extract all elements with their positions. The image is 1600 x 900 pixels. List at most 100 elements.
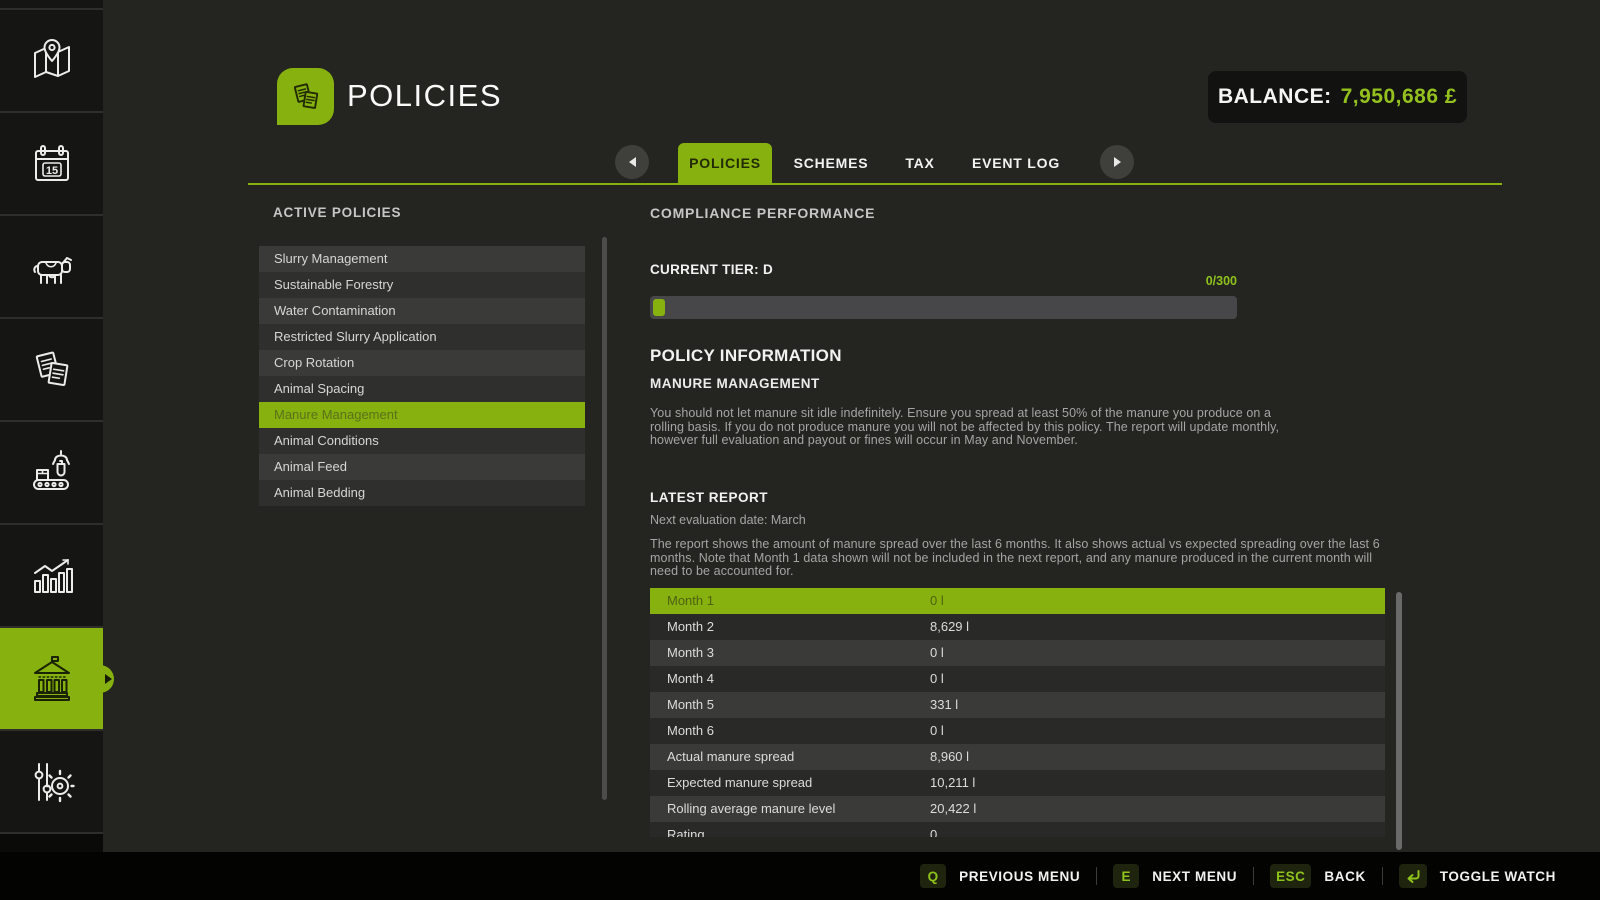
table-row[interactable]: Month 4 0 l bbox=[650, 666, 1385, 692]
row-label: Month 1 bbox=[667, 588, 714, 614]
row-label: Expected manure spread bbox=[667, 770, 812, 796]
bank-icon bbox=[26, 653, 78, 705]
hint-back[interactable]: ESC BACK bbox=[1270, 864, 1366, 888]
table-row[interactable]: Rating 0 bbox=[650, 822, 1385, 837]
table-row[interactable]: Expected manure spread 10,211 l bbox=[650, 770, 1385, 796]
table-row[interactable]: Month 3 0 l bbox=[650, 640, 1385, 666]
sidebar-item-map[interactable] bbox=[0, 10, 103, 111]
table-row[interactable]: Month 1 0 l bbox=[650, 588, 1385, 614]
row-label: Month 6 bbox=[667, 718, 714, 744]
tab[interactable]: POLICIES bbox=[678, 143, 772, 183]
balance-display: BALANCE: 7,950,686 £ bbox=[1208, 71, 1467, 123]
list-item[interactable]: Restricted Slurry Application bbox=[259, 324, 585, 350]
map-icon bbox=[26, 35, 78, 87]
policy-label: Crop Rotation bbox=[274, 355, 354, 370]
policy-label: Manure Management bbox=[274, 407, 398, 422]
table-row[interactable]: Month 5 331 l bbox=[650, 692, 1385, 718]
sidebar-item-production[interactable] bbox=[0, 422, 103, 523]
page-title: POLICIES bbox=[347, 78, 502, 114]
policy-label: Animal Bedding bbox=[274, 485, 365, 500]
policy-info-heading: POLICY INFORMATION bbox=[650, 346, 842, 366]
policy-label: Animal Conditions bbox=[274, 433, 379, 448]
policy-list: Slurry Management Sustainable Forestry Wat… bbox=[259, 246, 585, 506]
tab-label: POLICIES bbox=[689, 155, 761, 171]
key-esc-badge: ESC bbox=[1270, 864, 1311, 888]
sidebar: 15 bbox=[0, 0, 103, 852]
active-policies-heading: ACTIVE POLICIES bbox=[273, 205, 401, 220]
sidebar-item-contracts[interactable] bbox=[0, 319, 103, 420]
list-item[interactable]: Manure Management bbox=[259, 402, 585, 428]
hint-label: NEXT MENU bbox=[1152, 869, 1237, 884]
latest-report-heading: LATEST REPORT bbox=[650, 490, 768, 505]
hint-label: PREVIOUS MENU bbox=[959, 869, 1080, 884]
row-label: Actual manure spread bbox=[667, 744, 794, 770]
sidebar-item-finances[interactable] bbox=[0, 628, 103, 729]
tab-underline bbox=[248, 183, 1502, 185]
active-arrow-icon bbox=[105, 674, 112, 684]
tab-bar: POLICIES SCHEMES TAX EVENT LOG bbox=[0, 143, 1600, 183]
row-value: 0 l bbox=[930, 718, 944, 744]
divider bbox=[1096, 867, 1097, 885]
calendar-day: 15 bbox=[45, 165, 57, 177]
row-label: Rolling average manure level bbox=[667, 796, 835, 822]
policy-name-subheading: MANURE MANAGEMENT bbox=[650, 376, 820, 391]
report-table-scrollbar[interactable] bbox=[1396, 592, 1402, 850]
row-value: 0 l bbox=[930, 640, 944, 666]
list-item[interactable]: Animal Bedding bbox=[259, 480, 585, 506]
divider bbox=[0, 832, 103, 834]
tab[interactable]: EVENT LOG bbox=[962, 143, 1070, 183]
table-row[interactable]: Month 2 8,629 l bbox=[650, 614, 1385, 640]
row-value: 0 bbox=[930, 822, 937, 837]
policy-list-scrollbar[interactable] bbox=[602, 237, 607, 800]
policy-description: You should not let manure sit idle indef… bbox=[650, 407, 1307, 448]
row-label: Rating bbox=[667, 822, 705, 837]
list-item[interactable]: Slurry Management bbox=[259, 246, 585, 272]
current-tier-label: CURRENT TIER: D bbox=[650, 262, 773, 277]
row-value: 8,960 l bbox=[930, 744, 969, 770]
tab-label: EVENT LOG bbox=[972, 155, 1060, 171]
row-value: 10,211 l bbox=[930, 770, 975, 796]
row-label: Month 4 bbox=[667, 666, 714, 692]
settings-icon bbox=[26, 756, 78, 808]
table-row[interactable]: Rolling average manure level 20,422 l bbox=[650, 796, 1385, 822]
list-item[interactable]: Sustainable Forestry bbox=[259, 272, 585, 298]
list-item[interactable]: Crop Rotation bbox=[259, 350, 585, 376]
policy-label: Slurry Management bbox=[274, 251, 387, 266]
row-label: Month 3 bbox=[667, 640, 714, 666]
row-value: 8,629 l bbox=[930, 614, 969, 640]
next-evaluation-date: Next evaluation date: March bbox=[650, 513, 806, 527]
sidebar-item-partial bbox=[0, 0, 103, 8]
row-value: 0 l bbox=[930, 666, 944, 692]
row-value: 20,422 l bbox=[930, 796, 976, 822]
table-row[interactable]: Month 6 0 l bbox=[650, 718, 1385, 744]
list-item[interactable]: Animal Feed bbox=[259, 454, 585, 480]
calendar-icon: 15 bbox=[26, 138, 78, 190]
report-description: The report shows the amount of manure sp… bbox=[650, 538, 1392, 579]
policies-page-icon bbox=[277, 68, 334, 125]
balance-value: 7,950,686 £ bbox=[1341, 85, 1457, 109]
compliance-heading: COMPLIANCE PERFORMANCE bbox=[650, 205, 875, 221]
tab[interactable]: SCHEMES bbox=[781, 143, 881, 183]
tab[interactable]: TAX bbox=[890, 143, 950, 183]
divider bbox=[1253, 867, 1254, 885]
sidebar-item-calendar[interactable]: 15 bbox=[0, 113, 103, 214]
hint-previous-menu[interactable]: Q PREVIOUS MENU bbox=[920, 864, 1080, 888]
sidebar-item-animals[interactable] bbox=[0, 216, 103, 317]
balance-label: BALANCE: bbox=[1218, 85, 1332, 109]
sidebar-item-statistics[interactable] bbox=[0, 525, 103, 626]
list-item[interactable]: Water Contamination bbox=[259, 298, 585, 324]
hint-label: BACK bbox=[1324, 869, 1365, 884]
table-row[interactable]: Actual manure spread 8,960 l bbox=[650, 744, 1385, 770]
sidebar-item-settings[interactable] bbox=[0, 731, 103, 832]
row-value: 331 l bbox=[930, 692, 958, 718]
tab-label: TAX bbox=[905, 155, 934, 171]
progress-fill bbox=[653, 299, 665, 316]
list-item[interactable]: Animal Conditions bbox=[259, 428, 585, 454]
list-item[interactable]: Animal Spacing bbox=[259, 376, 585, 402]
compliance-score: 0/300 bbox=[1206, 274, 1237, 288]
policy-label: Water Contamination bbox=[274, 303, 396, 318]
hint-toggle-watch[interactable]: TOGGLE WATCH bbox=[1399, 864, 1556, 888]
policy-label: Animal Spacing bbox=[274, 381, 364, 396]
policy-label: Sustainable Forestry bbox=[274, 277, 393, 292]
hint-next-menu[interactable]: E NEXT MENU bbox=[1113, 864, 1237, 888]
